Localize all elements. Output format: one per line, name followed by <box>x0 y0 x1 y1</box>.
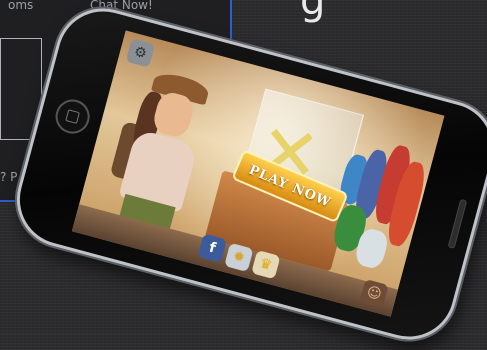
background-text-bottom: ? P <box>0 170 18 184</box>
background-heading-fragment: g <box>300 0 326 24</box>
game-screen: ✕ PLAY NOW ⚙ f ✹ ♛ ☺ <box>71 30 445 317</box>
phone-device: ✕ PLAY NOW ⚙ f ✹ ♛ ☺ <box>6 0 487 350</box>
speaker-grille <box>447 198 468 249</box>
home-button-icon <box>51 95 94 138</box>
background-text-oms: oms <box>8 0 34 12</box>
